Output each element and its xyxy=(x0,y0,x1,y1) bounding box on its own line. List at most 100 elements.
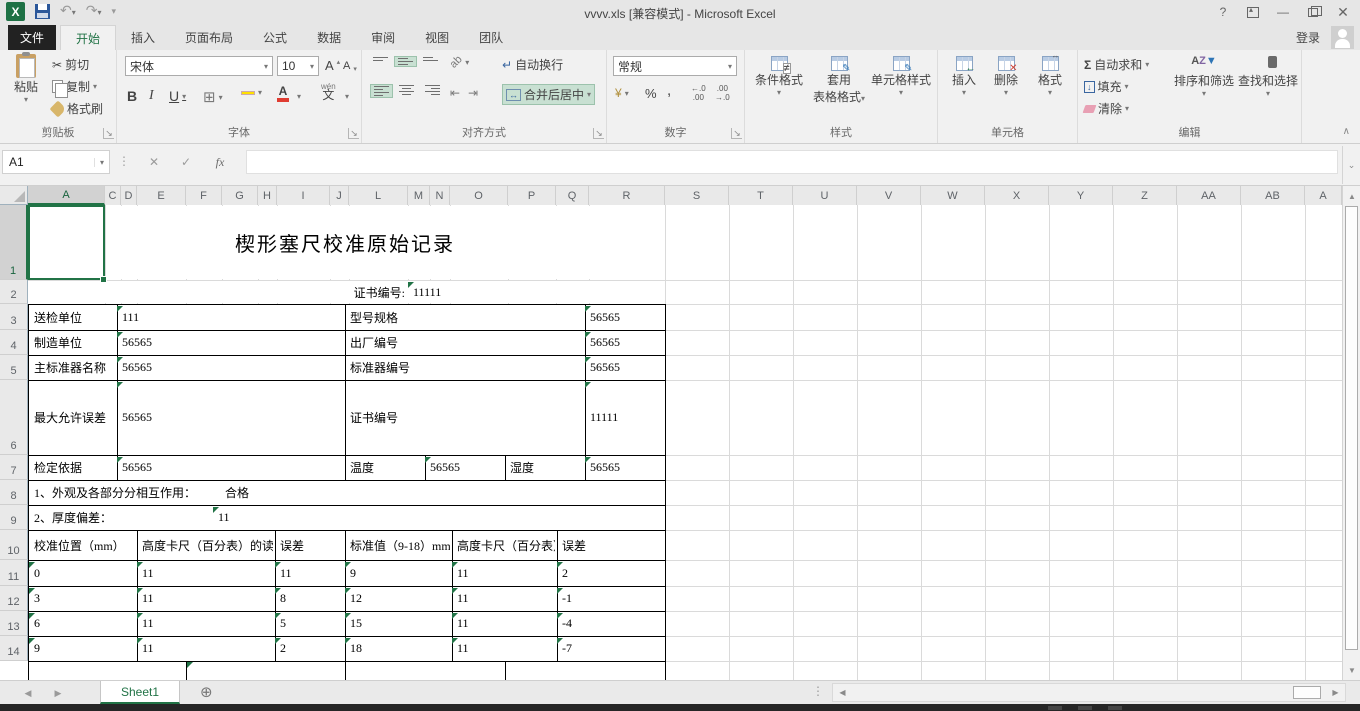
column-header-G[interactable]: G xyxy=(222,186,258,205)
column-header-U[interactable]: U xyxy=(793,186,857,205)
new-sheet-icon[interactable]: ⊕ xyxy=(200,683,213,701)
tab-item[interactable]: 页面布局 xyxy=(170,25,248,50)
grid-cell[interactable]: 11 xyxy=(215,506,295,529)
align-bottom-button[interactable] xyxy=(420,56,441,62)
column-header-Y[interactable]: Y xyxy=(1049,186,1113,205)
grid-cell[interactable]: 11111 xyxy=(410,281,510,303)
row-header-2[interactable]: 2 xyxy=(0,280,28,304)
grid-cell[interactable]: 11 xyxy=(277,561,343,585)
decrease-indent-button[interactable]: ⇤ xyxy=(450,86,460,100)
grid-cell[interactable]: 型号规格 xyxy=(347,305,581,329)
conditional-formatting-button[interactable]: ≠ 条件格式 ▾ xyxy=(751,56,807,97)
insert-cells-button[interactable]: ← 插入 ▾ xyxy=(944,56,984,97)
tabbar-grip-icon[interactable]: ⋮ xyxy=(812,684,824,698)
row-header-5[interactable]: 5 xyxy=(0,355,28,380)
format-painter-button[interactable]: 格式刷 xyxy=(52,100,103,117)
number-dialog-launcher-icon[interactable]: ↘ xyxy=(731,128,742,139)
grid-cell[interactable]: 证书编号 xyxy=(347,381,581,454)
increase-indent-button[interactable]: ⇥ xyxy=(468,86,478,100)
grid-cell[interactable]: 校准位置（mm） xyxy=(31,531,135,559)
grid-cell[interactable]: 12 xyxy=(347,587,450,610)
format-as-table-button[interactable]: ✎ 套用 表格格式▾ xyxy=(811,56,867,105)
column-header-W[interactable]: W xyxy=(921,186,985,205)
align-left-button[interactable] xyxy=(370,84,393,98)
column-header-H[interactable]: H xyxy=(258,186,277,205)
column-header-A[interactable]: A xyxy=(1305,186,1342,205)
grid-cell[interactable]: 高度卡尺（百分表） xyxy=(454,531,555,559)
grid-cell[interactable]: 高度卡尺（百分表）的读数 xyxy=(139,531,273,559)
avatar-icon[interactable] xyxy=(1331,26,1354,49)
sign-in-link[interactable]: 登录 xyxy=(1296,29,1320,46)
fill-color-button[interactable]: ▾ xyxy=(241,88,262,97)
phonetic-button[interactable]: wén文 xyxy=(321,82,336,100)
column-header-AB[interactable]: AB xyxy=(1241,186,1305,205)
grid-cell[interactable]: 2 xyxy=(277,637,343,660)
scroll-down-icon[interactable]: ▼ xyxy=(1344,662,1360,678)
column-header-N[interactable]: N xyxy=(430,186,450,205)
cut-button[interactable]: ✂剪切 xyxy=(52,56,89,73)
grid-cell[interactable]: 送检单位 xyxy=(31,305,115,329)
formula-bar-grip-icon[interactable]: ⋮ xyxy=(118,154,130,168)
grid-cell[interactable]: -1 xyxy=(559,587,663,610)
borders-button[interactable]: ⊞▾ xyxy=(203,88,223,106)
grid-cell[interactable]: 检定依据 xyxy=(31,456,115,479)
sheet-nav-next-icon[interactable]: ▶ xyxy=(46,681,70,705)
currency-button[interactable]: ¥▾ xyxy=(615,86,629,100)
align-center-button[interactable] xyxy=(396,84,417,96)
row-header-13[interactable]: 13 xyxy=(0,611,28,636)
grid-cell[interactable]: 11 xyxy=(454,587,555,610)
grid-cell[interactable]: 1、外观及各部分分相互作用： xyxy=(31,481,226,504)
sort-filter-button[interactable]: AZ▼ 排序和筛选 ▾ xyxy=(1172,56,1236,98)
column-header-C[interactable]: C xyxy=(105,186,121,205)
column-header-A[interactable]: A xyxy=(28,186,105,205)
fill-button[interactable]: ↓填充▾ xyxy=(1084,78,1129,95)
column-header-V[interactable]: V xyxy=(857,186,921,205)
grid-cell[interactable]: 误差 xyxy=(277,531,343,559)
font-size-select[interactable]: 10▾ xyxy=(277,56,319,76)
grid-cell[interactable]: 11 xyxy=(454,637,555,660)
paste-button[interactable]: 粘贴 ▾ xyxy=(6,54,46,104)
column-header-P[interactable]: P xyxy=(508,186,556,205)
grid-cell[interactable]: 6 xyxy=(31,612,135,635)
grid-cell[interactable]: 56565 xyxy=(587,305,663,329)
name-box-dropdown-icon[interactable]: ▾ xyxy=(94,158,109,167)
italic-button[interactable]: I xyxy=(149,88,154,104)
grid-cell[interactable]: 56565 xyxy=(119,356,341,379)
font-dialog-launcher-icon[interactable]: ↘ xyxy=(348,128,359,139)
column-header-AA[interactable]: AA xyxy=(1177,186,1241,205)
grid-cell[interactable]: 标准值（9-18）mm xyxy=(347,531,450,559)
grid-cell[interactable]: 56565 xyxy=(587,456,663,479)
grid-cell[interactable]: 2、厚度偏差： xyxy=(31,506,191,529)
grid-cell[interactable]: 18 xyxy=(347,637,450,660)
tab-active[interactable]: 开始 xyxy=(60,25,116,50)
font-color-button[interactable]: A xyxy=(277,84,289,102)
column-header-Z[interactable]: Z xyxy=(1113,186,1177,205)
align-right-button[interactable] xyxy=(422,84,443,96)
tab-item[interactable]: 视图 xyxy=(410,25,464,50)
tab-item[interactable]: 审阅 xyxy=(356,25,410,50)
align-middle-button[interactable] xyxy=(394,56,417,67)
clipboard-dialog-launcher-icon[interactable]: ↘ xyxy=(103,128,114,139)
grid-cell[interactable]: 5 xyxy=(277,612,343,635)
column-header-S[interactable]: S xyxy=(665,186,729,205)
column-header-J[interactable]: J xyxy=(330,186,349,205)
row-header-1[interactable]: 1 xyxy=(0,205,28,280)
delete-cells-button[interactable]: ✕ 删除 ▾ xyxy=(986,56,1026,97)
grid-cell[interactable]: 11111 xyxy=(587,381,663,454)
grid-cell[interactable]: 温度 xyxy=(347,456,421,479)
alignment-dialog-launcher-icon[interactable]: ↘ xyxy=(593,128,604,139)
grid-cell[interactable]: 湿度 xyxy=(507,456,581,479)
underline-button[interactable]: U▾ xyxy=(169,88,186,104)
column-header-M[interactable]: M xyxy=(408,186,430,205)
scroll-right-icon[interactable]: ▶ xyxy=(1328,685,1343,700)
row-header-10[interactable]: 10 xyxy=(0,530,28,560)
find-select-button[interactable]: 查找和选择 ▾ xyxy=(1236,56,1300,98)
column-header-Q[interactable]: Q xyxy=(556,186,589,205)
column-header-E[interactable]: E xyxy=(137,186,186,205)
font-family-select[interactable]: 宋体▾ xyxy=(125,56,273,76)
row-header-8[interactable]: 8 xyxy=(0,480,28,505)
grid-cell[interactable]: 56565 xyxy=(587,331,663,354)
grid-cell[interactable]: 56565 xyxy=(119,381,341,454)
row-header-6[interactable]: 6 xyxy=(0,380,28,455)
shrink-font-button[interactable]: A▾ xyxy=(343,59,357,73)
